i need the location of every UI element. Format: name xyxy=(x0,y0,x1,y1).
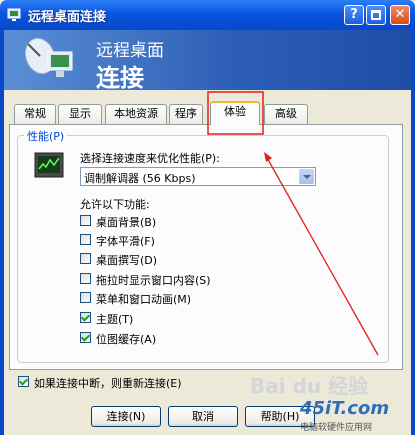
reconnect-checkbox[interactable] xyxy=(18,376,29,387)
close-icon: ✕ xyxy=(394,7,406,22)
checkbox[interactable] xyxy=(80,253,91,264)
connect-button[interactable]: 连接(N) xyxy=(91,406,161,427)
allow-features-label: 允许以下功能: xyxy=(80,198,150,211)
option-label: 主题(T) xyxy=(96,313,134,326)
banner: 远程桌面 连接 xyxy=(4,30,411,92)
window-border-left xyxy=(0,30,4,435)
performance-monitor-icon xyxy=(34,152,64,178)
speed-label: 选择连接速度来优化性能(P): xyxy=(80,152,220,165)
connection-speed-value: 调制解调器 (56 Kbps) xyxy=(84,172,196,185)
checkbox[interactable] xyxy=(80,215,91,226)
cancel-button[interactable]: 取消 xyxy=(168,406,238,427)
option-label: 字体平滑(F) xyxy=(96,235,155,248)
tab-programs[interactable]: 程序 xyxy=(169,104,203,124)
title-bar[interactable]: 远程桌面连接 ? ✕ xyxy=(0,0,415,30)
checkbox[interactable] xyxy=(80,292,91,303)
option-label: 拖拉时显示窗口内容(S) xyxy=(96,274,211,287)
checkbox[interactable] xyxy=(80,312,91,323)
chevron-down-icon[interactable] xyxy=(299,169,314,184)
checkbox[interactable] xyxy=(80,234,91,245)
help-button[interactable]: ? xyxy=(344,5,364,25)
banner-line2: 连接 xyxy=(96,64,144,92)
maximize-icon xyxy=(371,10,381,20)
help-icon: ? xyxy=(350,7,358,22)
performance-group-label: 性能(P) xyxy=(24,128,68,144)
connection-speed-select[interactable]: 调制解调器 (56 Kbps) xyxy=(80,167,316,186)
tab-general[interactable]: 常规 xyxy=(14,104,56,124)
option-label: 位图缓存(A) xyxy=(96,333,157,346)
site-watermark: 45iT.com xyxy=(300,398,390,419)
option-label: 菜单和窗口动画(M) xyxy=(96,293,192,306)
window-border-right xyxy=(411,30,415,435)
option-label: 桌面背景(B) xyxy=(96,216,157,229)
checkbox[interactable] xyxy=(80,332,91,343)
remote-desktop-dialog: 远程桌面连接 ? ✕ 远程桌面 连接 常规 显示 本地资源 程序 体验 高级 性… xyxy=(0,0,415,435)
baidu-watermark: Bai du 经验 xyxy=(250,374,369,398)
window-title: 远程桌面连接 xyxy=(28,10,107,25)
option-label: 桌面撰写(D) xyxy=(96,254,158,267)
maximize-button[interactable] xyxy=(366,5,386,25)
tab-advanced[interactable]: 高级 xyxy=(264,104,308,124)
satellite-dish-icon xyxy=(24,37,73,77)
tab-display[interactable]: 显示 xyxy=(58,104,102,124)
checkbox[interactable] xyxy=(80,273,91,284)
remote-desktop-icon xyxy=(7,8,21,21)
tab-experience[interactable]: 体验 xyxy=(210,101,260,125)
close-button[interactable]: ✕ xyxy=(390,5,410,25)
tab-local-resources[interactable]: 本地资源 xyxy=(105,104,167,124)
reconnect-label: 如果连接中断，则重新连接(E) xyxy=(34,377,182,390)
site-sub-watermark: 电脑软硬件应用网 xyxy=(300,423,373,433)
